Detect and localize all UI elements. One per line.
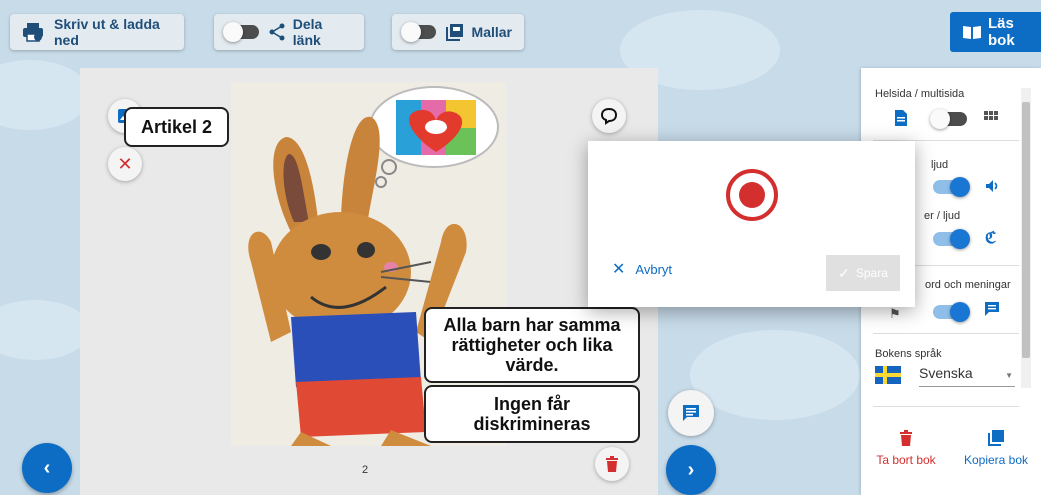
cancel-button[interactable]: ✕ Avbryt — [612, 259, 672, 279]
copy-icon — [957, 430, 1035, 451]
swedish-flag-icon — [875, 366, 901, 384]
background-cloud — [690, 330, 860, 420]
print-download-label: Skriv ut & ladda ned — [54, 16, 160, 48]
divider — [873, 406, 1019, 407]
page-number: 2 — [362, 464, 369, 476]
title-text: Artikel 2 — [140, 117, 213, 137]
scrollbar-thumb[interactable] — [1022, 102, 1030, 358]
single-page-icon — [895, 110, 907, 126]
share-link-toggle[interactable] — [223, 22, 259, 42]
next-page-button[interactable]: › — [666, 445, 716, 495]
language-label: Bokens språk — [875, 348, 942, 360]
delete-book-button[interactable]: Ta bort bok — [871, 430, 941, 469]
close-icon: ✕ — [117, 154, 133, 174]
copy-book-label: Kopiera bok — [963, 453, 1029, 467]
listen-toggle[interactable] — [933, 229, 970, 249]
text-box-discrimination[interactable]: Ingen får diskrimineras — [424, 385, 640, 443]
templates-label: Mallar — [471, 24, 512, 40]
save-button[interactable]: ✓ Spara — [826, 255, 900, 291]
book-icon — [962, 24, 982, 40]
templates-icon — [445, 23, 464, 41]
text-box-rights[interactable]: Alla barn har samma rättigheter och lika… — [424, 307, 640, 383]
checkmark-icon: ✓ — [838, 264, 850, 281]
layout-label: Helsida / multisida — [875, 88, 965, 100]
printer-icon — [22, 22, 44, 42]
chevron-left-icon: ‹ — [43, 456, 51, 479]
record-button[interactable] — [726, 169, 778, 221]
comment-icon — [682, 404, 700, 422]
copy-book-button[interactable]: Kopiera bok — [957, 430, 1035, 469]
record-dialog: ✕ Avbryt ✓ Spara — [588, 141, 915, 307]
background-cloud — [0, 300, 90, 360]
previous-page-button[interactable]: ‹ — [22, 443, 72, 493]
speech-bubble-icon — [600, 107, 618, 125]
delete-page-button[interactable] — [595, 447, 629, 481]
flag-icon: ⚑ — [889, 306, 901, 321]
templates-toggle[interactable] — [401, 22, 436, 42]
layout-toggle[interactable] — [930, 109, 967, 129]
panel-scrollbar[interactable] — [1021, 88, 1031, 388]
volume-icon — [985, 179, 999, 193]
language-value: Svenska — [919, 365, 973, 381]
text-box-discrimination-text: Ingen får diskrimineras — [473, 394, 591, 434]
print-download-button[interactable]: Skriv ut & ladda ned — [10, 14, 184, 50]
read-book-label: Läs bok — [988, 15, 1015, 49]
chevron-right-icon: › — [687, 458, 695, 481]
cancel-label: Avbryt — [635, 261, 673, 277]
words-toggle[interactable] — [933, 302, 970, 322]
language-select[interactable]: Svenska ▼ — [919, 365, 1015, 387]
share-link-button[interactable]: Dela länk — [214, 14, 364, 50]
trash-icon — [871, 430, 941, 451]
sound-toggle[interactable] — [933, 177, 970, 197]
divider — [873, 333, 1019, 334]
trash-icon — [605, 456, 619, 472]
sound-label: ljud — [931, 159, 949, 171]
read-book-button[interactable]: Läs bok — [950, 12, 1041, 52]
remove-button[interactable]: ✕ — [108, 147, 142, 181]
speech-bubble-button[interactable] — [592, 99, 626, 133]
text-box-rights-text: Alla barn har samma rättigheter och lika… — [443, 315, 621, 375]
templates-button[interactable]: Mallar — [392, 14, 524, 50]
close-icon: ✕ — [612, 261, 626, 278]
background-cloud — [0, 60, 90, 130]
comment-icon — [985, 302, 999, 316]
grid-icon — [984, 111, 998, 125]
share-icon — [269, 23, 285, 41]
delete-book-label: Ta bort bok — [876, 453, 936, 467]
save-label: Spara — [855, 266, 888, 280]
record-icon — [739, 182, 765, 208]
share-link-label: Dela länk — [292, 16, 323, 48]
dropdown-arrow-icon: ▼ — [1005, 371, 1013, 380]
title-text-box[interactable]: Artikel 2 — [124, 107, 229, 147]
other-sound-label: er / ljud — [924, 210, 961, 222]
words-label: ord och meningar — [925, 279, 1011, 291]
ear-icon: ℭ — [985, 230, 997, 247]
add-comment-button[interactable] — [668, 390, 714, 436]
